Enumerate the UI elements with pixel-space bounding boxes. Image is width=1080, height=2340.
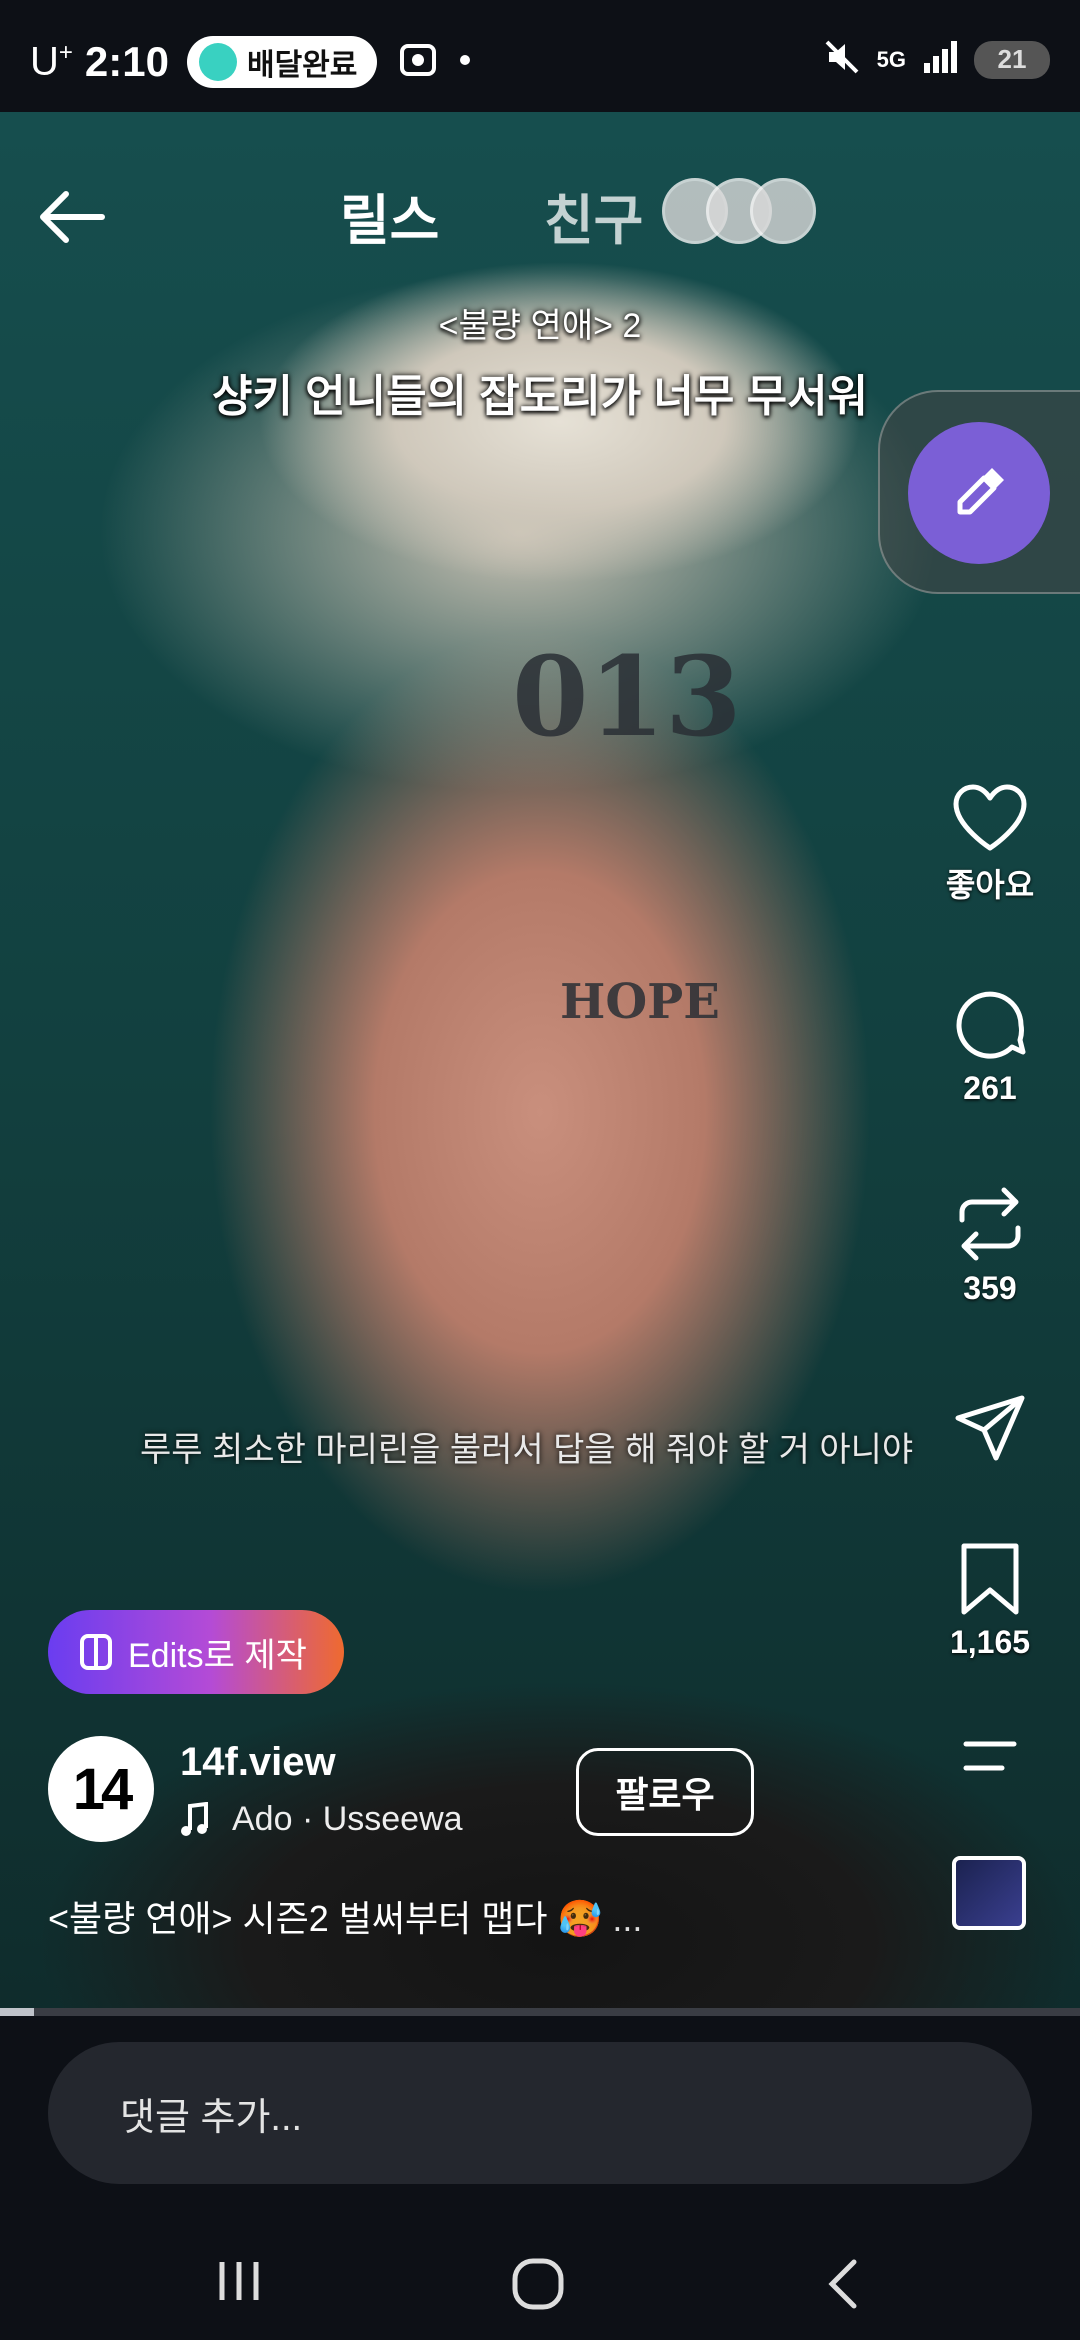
- floating-tool-button[interactable]: [878, 390, 1080, 594]
- send-action[interactable]: [940, 1392, 1040, 1464]
- saves-count: 1,165: [949, 1624, 1031, 1660]
- more-text[interactable]: ...: [612, 1898, 642, 1939]
- top-nav: 릴스 친구: [0, 112, 1080, 302]
- eyedropper-icon: [957, 468, 1004, 515]
- status-bar: U+ 2:10 배달완료 5G 21: [0, 0, 1080, 112]
- battery-indicator: 21: [974, 40, 1050, 79]
- reel-description[interactable]: <불량 연애> 시즌2 벌써부터 맵다 🥵 ...: [48, 1890, 642, 1942]
- notification-pill[interactable]: 배달완료: [186, 36, 378, 88]
- music-info[interactable]: Ado · Usseewa: [180, 1800, 463, 1839]
- delivery-icon: [198, 43, 237, 81]
- comment-input[interactable]: 댓글 추가...: [48, 2042, 1032, 2184]
- bottom-area: 댓글 추가...: [0, 2016, 1080, 2340]
- follow-button[interactable]: 팔로우: [576, 1748, 754, 1836]
- more-icon: [963, 1741, 1017, 1771]
- edits-icon: [80, 1634, 112, 1670]
- repost-action[interactable]: 359: [940, 1184, 1040, 1307]
- comments-count: 261: [963, 1070, 1017, 1106]
- back-nav-button[interactable]: [822, 2256, 862, 2317]
- status-time: 2:10: [84, 38, 169, 85]
- repost-icon: [959, 1187, 1021, 1261]
- more-action[interactable]: [940, 1736, 1040, 1776]
- home-button[interactable]: [510, 2256, 566, 2317]
- like-action[interactable]: 좋아요: [940, 782, 1040, 906]
- network-label: 5G: [876, 46, 906, 72]
- bookmark-icon: [961, 1543, 1019, 1615]
- tab-friends[interactable]: 친구: [544, 176, 643, 255]
- comment-action[interactable]: 261: [940, 986, 1040, 1107]
- comment-placeholder: 댓글 추가...: [120, 2096, 303, 2139]
- heart-icon: [953, 784, 1027, 851]
- send-icon: [955, 1395, 1025, 1461]
- recents-icon: [219, 2262, 259, 2300]
- like-label: 좋아요: [945, 867, 1035, 903]
- back-nav-icon: [828, 2259, 857, 2309]
- video-title-line1: <불량 연애> 2: [438, 307, 642, 345]
- carrier-label: U+: [30, 39, 73, 84]
- screenshot-icon: [399, 43, 437, 82]
- tattoo-forehead: 013: [512, 632, 742, 761]
- mute-icon: [823, 38, 861, 81]
- comment-icon: [956, 991, 1026, 1059]
- video-progress-bar[interactable]: [0, 2008, 1080, 2016]
- friends-avatars[interactable]: [662, 178, 816, 244]
- reposts-count: 359: [963, 1270, 1017, 1306]
- edits-button-label: Edits로 제작: [128, 1636, 307, 1675]
- tattoo-cheek: HOPE: [560, 974, 720, 1030]
- edits-button[interactable]: Edits로 제작: [48, 1610, 344, 1694]
- save-action[interactable]: 1,165: [940, 1540, 1040, 1661]
- music-label: Ado · Usseewa: [232, 1800, 463, 1838]
- arrow-left-icon: [40, 191, 105, 243]
- wifi-signal-icon: [922, 39, 958, 80]
- recents-button[interactable]: [214, 2256, 264, 2311]
- system-nav-bar: [0, 2236, 1080, 2340]
- music-note-icon: [181, 1801, 208, 1836]
- back-button[interactable]: [36, 182, 108, 252]
- video-subtitle: 루루 최소한 마리린을 불러서 답을 해 줘야 할 거 아니야: [140, 1431, 914, 1469]
- account-avatar[interactable]: 14: [48, 1736, 154, 1842]
- account-name[interactable]: 14f.view: [180, 1740, 336, 1785]
- dot-indicator: [459, 53, 471, 71]
- audio-thumbnail[interactable]: [952, 1856, 1026, 1930]
- avatar: [750, 178, 816, 244]
- home-icon: [512, 2258, 564, 2310]
- tab-reels[interactable]: 릴스: [340, 176, 439, 255]
